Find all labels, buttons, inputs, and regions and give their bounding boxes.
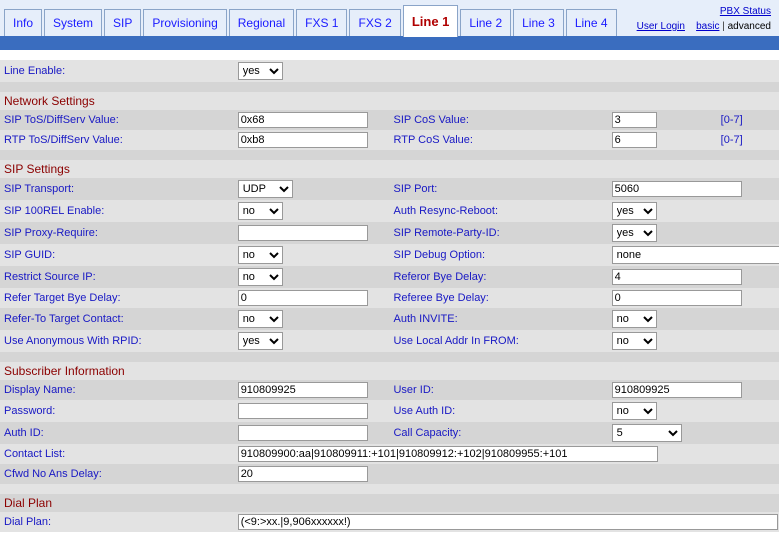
section-subscriber-info: Subscriber Information [0,362,779,380]
label-sip-100rel: SIP 100REL Enable: [0,200,234,222]
select-line-enable[interactable]: yes [238,62,283,80]
tab-line-2[interactable]: Line 2 [460,9,511,36]
label-remote-party-id: SIP Remote-Party-ID: [389,222,607,244]
input-referee-bye[interactable] [612,290,742,306]
input-contact-list[interactable] [238,446,658,462]
tab-line-3[interactable]: Line 3 [513,9,564,36]
section-sip-settings: SIP Settings [0,160,779,178]
label-sip-transport: SIP Transport: [0,178,234,200]
label-rtp-cos: RTP CoS Value: [389,130,607,150]
settings-table: Line Enable: yes Network Settings SIP To… [0,60,779,532]
tab-line-4[interactable]: Line 4 [566,9,617,36]
top-links: PBX Status User Login basic | advanced [637,4,775,34]
input-display-name[interactable] [238,382,368,398]
label-line-enable: Line Enable: [0,60,234,82]
input-refer-tgt-bye[interactable] [238,290,368,306]
select-remote-party-id[interactable]: yes [612,224,657,242]
label-auth-resync: Auth Resync-Reboot: [389,200,607,222]
label-dial-plan: Dial Plan: [0,512,234,532]
topbar: Info System SIP Provisioning Regional FX… [0,0,779,36]
tab-system[interactable]: System [44,9,102,36]
label-refer-tgt-bye: Refer Target Bye Delay: [0,288,234,308]
label-restrict-src-ip: Restrict Source IP: [0,266,234,288]
label-use-auth-id: Use Auth ID: [389,400,607,422]
section-network-settings: Network Settings [0,92,779,110]
link-user-login[interactable]: User Login [637,21,685,32]
tab-provisioning[interactable]: Provisioning [143,9,226,36]
input-dial-plan[interactable] [238,514,778,530]
label-anon-rpid: Use Anonymous With RPID: [0,330,234,352]
hint-sip-cos: [0-7] [717,110,779,130]
select-sip-debug[interactable]: none [612,246,779,264]
input-referor-bye[interactable] [612,269,742,285]
label-sip-tos: SIP ToS/DiffServ Value: [0,110,234,130]
tab-line-1[interactable]: Line 1 [403,5,459,37]
select-auth-invite[interactable]: no [612,310,657,328]
select-refer-to-tgt-contact[interactable]: no [238,310,283,328]
input-auth-id[interactable] [238,425,368,441]
label-rtp-tos: RTP ToS/DiffServ Value: [0,130,234,150]
select-sip-transport[interactable]: UDP [238,180,293,198]
label-sip-guid: SIP GUID: [0,244,234,266]
select-anon-rpid[interactable]: yes [238,332,283,350]
select-use-auth-id[interactable]: no [612,402,657,420]
label-display-name: Display Name: [0,380,234,400]
tab-sip[interactable]: SIP [104,9,141,36]
label-refer-to-tgt-contact: Refer-To Target Contact: [0,308,234,330]
label-contact-list: Contact List: [0,444,234,464]
tab-fxs-2[interactable]: FXS 2 [349,9,400,36]
input-password[interactable] [238,403,368,419]
label-sip-cos: SIP CoS Value: [389,110,607,130]
label-password: Password: [0,400,234,422]
input-sip-cos[interactable] [612,112,657,128]
select-call-capacity[interactable]: 5 [612,424,682,442]
label-auth-invite: Auth INVITE: [389,308,607,330]
label-referor-bye: Referor Bye Delay: [389,266,607,288]
label-sip-debug: SIP Debug Option: [389,244,607,266]
select-sip-100rel[interactable]: no [238,202,283,220]
link-basic[interactable]: basic [696,21,719,32]
input-rtp-cos[interactable] [612,132,657,148]
label-sip-port: SIP Port: [389,178,607,200]
label-cfwd-no-ans: Cfwd No Ans Delay: [0,464,234,484]
tab-info[interactable]: Info [4,9,42,36]
label-referee-bye: Referee Bye Delay: [389,288,607,308]
select-sip-guid[interactable]: no [238,246,283,264]
input-proxy-require[interactable] [238,225,368,241]
label-user-id: User ID: [389,380,607,400]
select-restrict-src-ip[interactable]: no [238,268,283,286]
label-call-capacity: Call Capacity: [389,422,607,444]
label-auth-id: Auth ID: [0,422,234,444]
mode-advanced: advanced [728,21,771,32]
input-sip-port[interactable] [612,181,742,197]
select-local-addr-from[interactable]: no [612,332,657,350]
hint-rtp-cos: [0-7] [717,130,779,150]
label-proxy-require: SIP Proxy-Require: [0,222,234,244]
blue-bar [0,36,779,50]
tab-fxs-1[interactable]: FXS 1 [296,9,347,36]
tabs: Info System SIP Provisioning Regional FX… [4,4,619,36]
section-dial-plan: Dial Plan [0,494,779,512]
input-cfwd-no-ans[interactable] [238,466,368,482]
input-user-id[interactable] [612,382,742,398]
input-rtp-tos[interactable] [238,132,368,148]
select-auth-resync[interactable]: yes [612,202,657,220]
tab-regional[interactable]: Regional [229,9,294,36]
link-pbx-status[interactable]: PBX Status [720,6,771,17]
label-local-addr-from: Use Local Addr In FROM: [389,330,607,352]
input-sip-tos[interactable] [238,112,368,128]
